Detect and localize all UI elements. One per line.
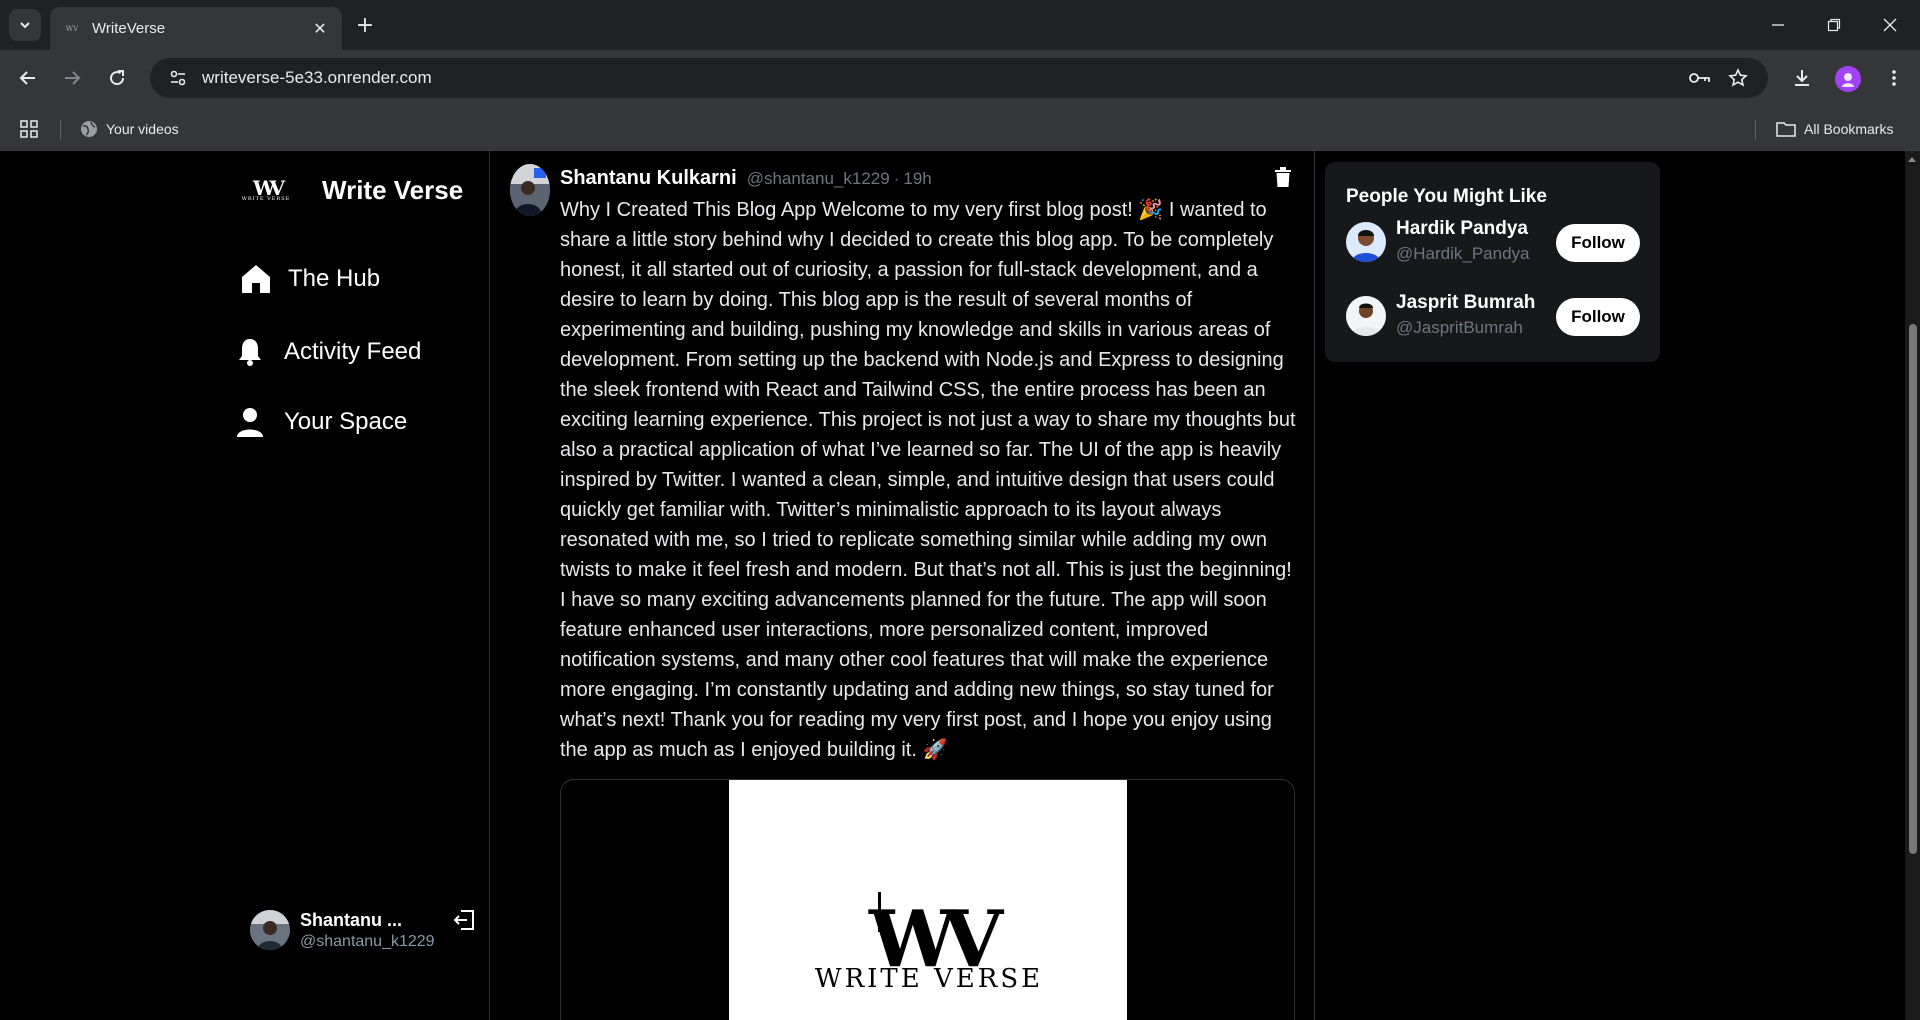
brand[interactable]: WV WRITE VERSE Write Verse	[240, 175, 463, 206]
minimize-icon	[1772, 24, 1784, 26]
folder-icon	[1776, 122, 1796, 137]
suggestion-name[interactable]: Hardik Pandya	[1396, 218, 1528, 240]
panel-title: People You Might Like	[1346, 186, 1547, 207]
back-button[interactable]	[12, 62, 44, 94]
suggestion-handle: @JaspritBumrah	[1396, 318, 1523, 337]
forward-button[interactable]	[56, 62, 88, 94]
page-scrollbar[interactable]	[1905, 151, 1920, 1020]
address-bar[interactable]: writeverse-5e33.onrender.com	[150, 58, 1768, 98]
password-key-icon[interactable]	[1686, 64, 1714, 92]
nav-item-activity-feed[interactable]: Activity Feed	[239, 337, 422, 367]
browser-tabstrip: WV WriteVerse ✕ +	[0, 0, 1920, 50]
nav-item-your-space[interactable]: Your Space	[237, 407, 408, 437]
bookmarks-bar: Your videos All Bookmarks	[0, 108, 1920, 151]
avatar	[1346, 296, 1386, 336]
nav-label: Activity Feed	[284, 338, 422, 365]
bookmark-star-icon[interactable]	[1724, 64, 1752, 92]
brand-name: Write Verse	[322, 175, 464, 205]
suggestion-item[interactable]: Hardik Pandya @Hardik_Pandya Follow	[1346, 218, 1641, 268]
suggestion-handle: @Hardik_Pandya	[1396, 244, 1530, 263]
tab-search-button[interactable]	[9, 9, 41, 41]
delete-post-icon[interactable]	[1274, 167, 1292, 191]
profile-avatar-icon[interactable]	[1835, 66, 1861, 92]
browser-menu-icon[interactable]	[1878, 62, 1910, 94]
browser-tab-active[interactable]: WV WriteVerse ✕	[50, 7, 342, 50]
url-text[interactable]: writeverse-5e33.onrender.com	[202, 68, 432, 88]
reload-icon	[110, 70, 125, 86]
bookmark-your-videos[interactable]: Your videos	[80, 116, 179, 142]
writeverse-logo: WV WRITE VERSE	[814, 894, 1044, 995]
bookmarks-divider	[60, 120, 61, 140]
bell-icon	[239, 339, 261, 366]
all-bookmarks-button[interactable]: All Bookmarks	[1776, 116, 1893, 142]
writeverse-logo: WV WRITE VERSE	[241, 175, 291, 202]
follow-button[interactable]: Follow	[1556, 224, 1640, 262]
current-user-handle: @shantanu_k1229	[300, 932, 435, 950]
close-tab-icon[interactable]: ✕	[310, 19, 330, 39]
minimize-button[interactable]	[1750, 0, 1806, 50]
downloads-icon[interactable]	[1786, 62, 1818, 94]
chevron-down-icon	[20, 22, 30, 29]
post-image[interactable]: WV WRITE VERSE	[560, 779, 1295, 1020]
new-tab-button[interactable]: +	[352, 12, 378, 38]
post-timestamp: 19h	[903, 169, 932, 188]
avatar	[250, 910, 290, 950]
suggestion-item[interactable]: Jasprit Bumrah @JaspritBumrah Follow	[1346, 292, 1641, 342]
arrow-right-icon	[65, 71, 81, 85]
post-author-avatar[interactable]	[510, 164, 550, 216]
arrow-left-icon	[19, 71, 35, 85]
bookmark-label: Your videos	[106, 121, 179, 137]
close-icon	[1883, 18, 1897, 32]
page-viewport: WV WRITE VERSE Write Verse The Hub Activ…	[0, 151, 1920, 1020]
close-window-button[interactable]	[1862, 0, 1918, 50]
feed-column: Shantanu Kulkarni @shantanu_k1229 · 19h …	[489, 151, 1315, 1020]
post-meta-separator: ·	[893, 169, 900, 188]
home-icon	[242, 265, 270, 293]
post-image-content: WV WRITE VERSE	[729, 780, 1127, 1020]
scrollbar-thumb[interactable]	[1909, 324, 1917, 854]
reload-button[interactable]	[101, 62, 133, 94]
follow-button[interactable]: Follow	[1556, 298, 1640, 336]
post-author-handle[interactable]: @shantanu_k1229	[747, 169, 890, 189]
post-header: Shantanu Kulkarni @shantanu_k1229 · 19h	[560, 167, 932, 190]
scroll-up-arrow-icon[interactable]	[1908, 157, 1916, 162]
restore-icon	[1827, 18, 1841, 32]
post-author-name[interactable]: Shantanu Kulkarni	[560, 167, 737, 190]
all-bookmarks-label: All Bookmarks	[1804, 121, 1894, 137]
tab-title: WriteVerse	[92, 20, 166, 37]
suggestion-name[interactable]: Jasprit Bumrah	[1396, 292, 1535, 314]
nav-label: The Hub	[288, 265, 381, 292]
favicon-icon: WV	[65, 24, 79, 33]
left-sidebar: WV WRITE VERSE Write Verse The Hub Activ…	[237, 151, 490, 1020]
apps-grid-icon[interactable]	[20, 116, 38, 142]
restore-button[interactable]	[1806, 0, 1862, 50]
globe-icon	[81, 121, 97, 137]
site-settings-icon[interactable]	[164, 64, 192, 92]
avatar	[1346, 222, 1386, 262]
people-you-might-like-panel: People You Might Like Hardik Pandya @Har…	[1325, 162, 1660, 362]
logout-icon[interactable]	[453, 909, 475, 935]
nav-label: Your Space	[284, 408, 408, 435]
user-icon	[237, 408, 263, 437]
current-user-card[interactable]: Shantanu ... @shantanu_k1229	[250, 907, 480, 953]
bookmarks-divider	[1755, 120, 1756, 140]
post-body-text: Why I Created This Blog App Welcome to m…	[560, 199, 1296, 761]
browser-toolbar: writeverse-5e33.onrender.com	[0, 50, 1920, 108]
nav-item-the-hub[interactable]: The Hub	[240, 263, 380, 295]
